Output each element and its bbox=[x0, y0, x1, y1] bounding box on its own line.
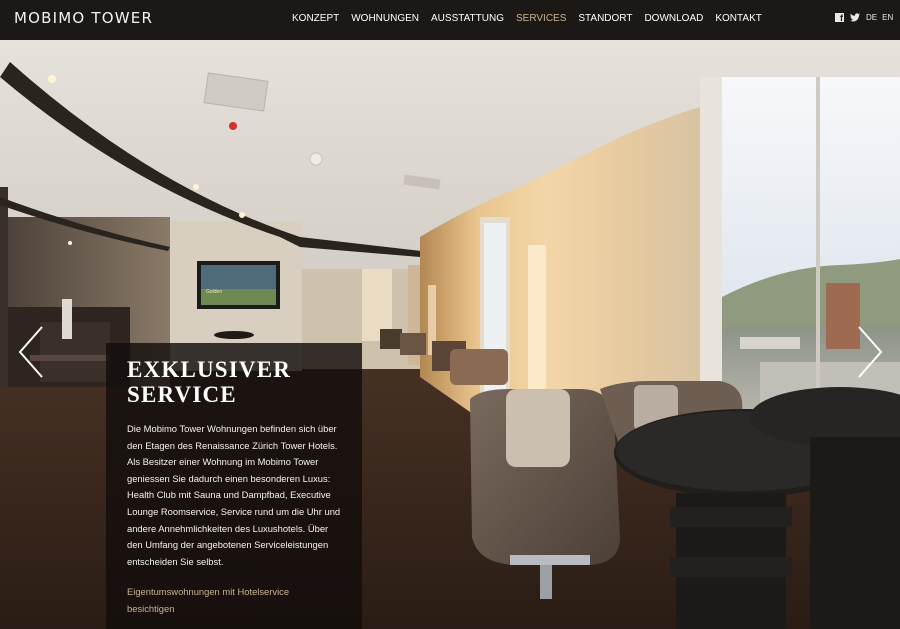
nav-item-kontakt[interactable]: KONTAKT bbox=[715, 13, 761, 24]
nav-item-wohnungen[interactable]: WOHNUNGEN bbox=[351, 13, 419, 24]
site-logo[interactable]: MOBIMO TOWER bbox=[14, 9, 153, 27]
nav-item-ausstattung[interactable]: AUSSTATTUNG bbox=[431, 13, 504, 24]
card-title-line: EXKLUSIVER bbox=[127, 357, 292, 382]
card-title: EXKLUSIVER SERVICE bbox=[127, 357, 342, 407]
card-body-line: den Etagen des Renaissance Zürich Tower … bbox=[127, 439, 338, 451]
card-title-line: SERVICE bbox=[127, 382, 237, 407]
card-body-line: Als Besitzer einer Wohnung im Mobimo Tow… bbox=[127, 456, 319, 468]
info-card: EXKLUSIVER SERVICE Die Mobimo Tower Wohn… bbox=[106, 343, 362, 629]
chevron-right-icon[interactable] bbox=[855, 325, 885, 379]
card-body-line: andere Annehmlichkeiten des Luxushotels.… bbox=[127, 522, 329, 534]
nav-item-services[interactable]: SERVICES bbox=[516, 13, 566, 24]
main-nav: KONZEPT WOHNUNGEN AUSSTATTUNG SERVICES S… bbox=[292, 13, 774, 24]
card-body-line: Die Mobimo Tower Wohnungen befinden sich… bbox=[127, 423, 337, 434]
top-navigation-bar: MOBIMO TOWER KONZEPT WOHNUNGEN AUSSTATTU… bbox=[0, 0, 900, 37]
nav-item-download[interactable]: DOWNLOAD bbox=[644, 13, 703, 24]
language-de[interactable]: DE bbox=[866, 13, 877, 22]
card-description: Die Mobimo Tower Wohnungen befinden sich… bbox=[127, 421, 342, 570]
card-link-line[interactable]: besichtigen bbox=[127, 601, 342, 618]
tv-screen-text: Golden bbox=[206, 289, 222, 295]
view-apartments-link[interactable]: Eigentumswohnungen mit Hotelservice besi… bbox=[127, 584, 342, 617]
card-body-line: geniessen Sie dadurch einen besonderen L… bbox=[127, 472, 331, 484]
card-body-line: den Umfang der angebotenen Serviceleistu… bbox=[127, 539, 329, 551]
nav-item-standort[interactable]: STANDORT bbox=[578, 13, 632, 24]
facebook-icon[interactable]: f bbox=[835, 13, 844, 23]
language-en[interactable]: EN bbox=[882, 13, 893, 22]
social-and-language: f DE EN bbox=[835, 13, 898, 23]
card-body-line: entscheiden Sie selbst. bbox=[127, 555, 224, 567]
twitter-icon[interactable] bbox=[850, 13, 860, 22]
card-body-line: Health Club mit Sauna und Dampfbad, Exec… bbox=[127, 489, 331, 501]
card-body-line: Lounge Roomservice, Service rund um die … bbox=[127, 505, 341, 517]
card-link-line[interactable]: Eigentumswohnungen mit Hotelservice bbox=[127, 584, 342, 601]
nav-item-konzept[interactable]: KONZEPT bbox=[292, 13, 339, 24]
chevron-left-icon[interactable] bbox=[16, 325, 46, 379]
